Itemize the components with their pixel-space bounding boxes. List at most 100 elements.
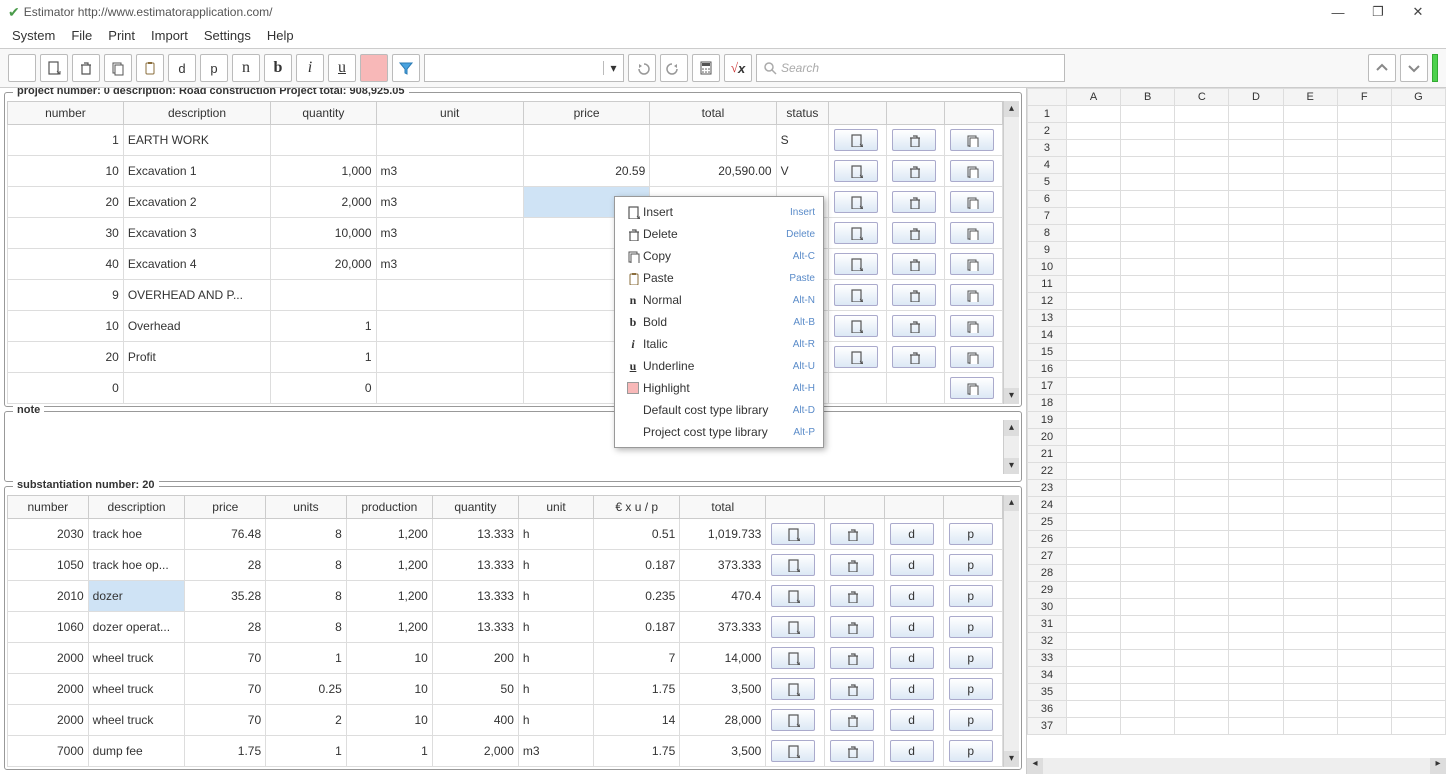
sheet-cell[interactable] — [1175, 684, 1229, 701]
sheet-cell[interactable] — [1283, 667, 1337, 684]
context-menu-item[interactable]: HighlightAlt-H — [615, 377, 823, 399]
sub-p-button[interactable]: p — [949, 678, 993, 700]
sheet-row-header[interactable]: 34 — [1028, 667, 1067, 684]
sheet-row-header[interactable]: 16 — [1028, 361, 1067, 378]
sub-d-button[interactable]: d — [890, 709, 934, 731]
sheet-cell[interactable] — [1391, 718, 1445, 735]
sheet-cell[interactable] — [1229, 259, 1283, 276]
sheet-cell[interactable] — [1391, 616, 1445, 633]
sheet-cell[interactable] — [1391, 429, 1445, 446]
sheet-cell[interactable] — [1066, 446, 1120, 463]
sheet-cell[interactable] — [1175, 327, 1229, 344]
project-row[interactable]: 10Overhead125 — [8, 311, 1003, 342]
menu-settings[interactable]: Settings — [204, 28, 251, 44]
sub-p-button[interactable]: p — [949, 647, 993, 669]
maximize-button[interactable]: ❐ — [1358, 4, 1398, 20]
row-insert-button[interactable] — [834, 315, 878, 337]
sheet-cell[interactable] — [1066, 378, 1120, 395]
project-scrollbar[interactable]: ▴ ▾ — [1003, 101, 1019, 404]
menu-file[interactable]: File — [71, 28, 92, 44]
sheet-cell[interactable] — [1391, 191, 1445, 208]
sheet-cell[interactable] — [1229, 344, 1283, 361]
sub-row[interactable]: 1050track hoe op...2881,20013.333h0.1873… — [8, 550, 1003, 581]
sheet-cell[interactable] — [1337, 225, 1391, 242]
sheet-cell[interactable] — [1229, 667, 1283, 684]
sheet-cell[interactable] — [1337, 174, 1391, 191]
sheet-cell[interactable] — [1229, 497, 1283, 514]
underline-button[interactable]: u — [328, 54, 356, 82]
sheet-cell[interactable] — [1283, 446, 1337, 463]
sheet-cell[interactable] — [1121, 446, 1175, 463]
sheet-cell[interactable] — [1066, 361, 1120, 378]
sheet-cell[interactable] — [1283, 633, 1337, 650]
project-col-header[interactable]: price — [523, 102, 649, 125]
sub-col-header[interactable]: description — [88, 496, 185, 519]
sheet-cell[interactable] — [1391, 242, 1445, 259]
sheet-row-header[interactable]: 23 — [1028, 480, 1067, 497]
sheet-cell[interactable] — [1391, 378, 1445, 395]
sheet-cell[interactable] — [1391, 548, 1445, 565]
project-col-header[interactable]: unit — [376, 102, 523, 125]
sheet-col-header[interactable]: E — [1283, 89, 1337, 106]
row-insert-button[interactable] — [834, 160, 878, 182]
sheet-row-header[interactable]: 31 — [1028, 616, 1067, 633]
sheet-cell[interactable] — [1337, 480, 1391, 497]
row-insert-button[interactable] — [834, 346, 878, 368]
sheet-cell[interactable] — [1121, 225, 1175, 242]
sheet-cell[interactable] — [1391, 514, 1445, 531]
project-col-header[interactable]: quantity — [271, 102, 376, 125]
sheet-cell[interactable] — [1175, 395, 1229, 412]
sheet-cell[interactable] — [1283, 327, 1337, 344]
context-menu-item[interactable]: Project cost type libraryAlt-P — [615, 421, 823, 443]
row-delete-button[interactable] — [892, 253, 936, 275]
sub-delete-button[interactable] — [830, 554, 874, 576]
sub-delete-button[interactable] — [830, 647, 874, 669]
sheet-cell[interactable] — [1066, 276, 1120, 293]
sheet-cell[interactable] — [1121, 293, 1175, 310]
sub-delete-button[interactable] — [830, 740, 874, 762]
sub-insert-button[interactable] — [771, 585, 815, 607]
sheet-col-header[interactable]: B — [1121, 89, 1175, 106]
sheet-cell[interactable] — [1337, 531, 1391, 548]
sub-d-button[interactable]: d — [890, 585, 934, 607]
sheet-cell[interactable] — [1283, 582, 1337, 599]
sheet-cell[interactable] — [1283, 361, 1337, 378]
sheet-cell[interactable] — [1391, 565, 1445, 582]
sheet-row-header[interactable]: 32 — [1028, 633, 1067, 650]
sub-row[interactable]: 2010dozer35.2881,20013.333h0.235470.4dp — [8, 581, 1003, 612]
redo-button[interactable] — [660, 54, 688, 82]
project-col-header[interactable]: total — [650, 102, 776, 125]
menu-import[interactable]: Import — [151, 28, 188, 44]
sheet-cell[interactable] — [1066, 650, 1120, 667]
sheet-cell[interactable] — [1229, 548, 1283, 565]
italic-button[interactable]: i — [296, 54, 324, 82]
sheet-cell[interactable] — [1121, 123, 1175, 140]
sheet-row-header[interactable]: 11 — [1028, 276, 1067, 293]
menu-help[interactable]: Help — [267, 28, 294, 44]
sheet-cell[interactable] — [1175, 650, 1229, 667]
sheet-cell[interactable] — [1066, 208, 1120, 225]
sub-delete-button[interactable] — [830, 523, 874, 545]
sheet-cell[interactable] — [1229, 378, 1283, 395]
sub-col-header[interactable]: units — [266, 496, 347, 519]
sheet-cell[interactable] — [1175, 565, 1229, 582]
sheet-cell[interactable] — [1066, 463, 1120, 480]
sheet-cell[interactable] — [1337, 446, 1391, 463]
sheet-cell[interactable] — [1229, 242, 1283, 259]
sheet-cell[interactable] — [1229, 446, 1283, 463]
expand-down-button[interactable] — [1400, 54, 1428, 82]
sheet-row-header[interactable]: 29 — [1028, 582, 1067, 599]
sheet-cell[interactable] — [1283, 548, 1337, 565]
sheet-cell[interactable] — [1175, 701, 1229, 718]
sheet-hscrollbar[interactable]: ◂▸ — [1027, 758, 1446, 774]
sheet-cell[interactable] — [1229, 701, 1283, 718]
sheet-cell[interactable] — [1121, 157, 1175, 174]
sheet-cell[interactable] — [1229, 582, 1283, 599]
sheet-cell[interactable] — [1391, 395, 1445, 412]
sheet-cell[interactable] — [1391, 361, 1445, 378]
sheet-cell[interactable] — [1337, 718, 1391, 735]
sub-row[interactable]: 2000wheel truck700.251050h1.753,500dp — [8, 674, 1003, 705]
sheet-cell[interactable] — [1066, 242, 1120, 259]
sheet-row-header[interactable]: 30 — [1028, 599, 1067, 616]
sheet-cell[interactable] — [1283, 208, 1337, 225]
